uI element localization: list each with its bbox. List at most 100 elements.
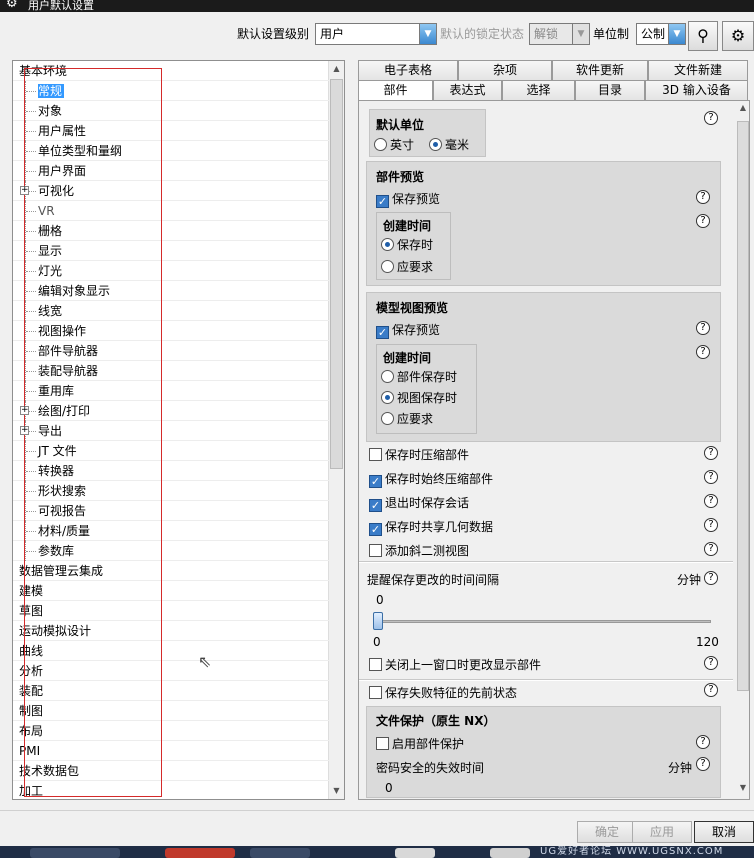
tree-scrollbar[interactable]: ▲ ▼ — [328, 61, 344, 799]
tab-software-update[interactable]: 软件更新 — [552, 60, 648, 80]
binoculars-button[interactable]: ⚲ — [688, 21, 718, 51]
tree-item[interactable]: PMI — [13, 741, 329, 761]
tab-3d-input[interactable]: 3D 输入设备 — [645, 80, 748, 100]
settings-button[interactable]: ⚙ — [722, 21, 754, 51]
unit-select[interactable]: 公制 ▼ — [636, 23, 686, 45]
reminder-slider-thumb[interactable] — [373, 612, 383, 630]
panel-scrollbar[interactable]: ▲ ▼ — [735, 101, 749, 799]
view-on-demand-radio[interactable]: 应要求 — [381, 412, 433, 426]
tree-item[interactable]: 装配导航器 — [13, 361, 329, 381]
tree-item[interactable]: 可视报告 — [13, 501, 329, 521]
tree-item[interactable]: 编辑对象显示 — [13, 281, 329, 301]
tree-item[interactable]: 部件导航器 — [13, 341, 329, 361]
tree-item[interactable]: 对象 — [13, 101, 329, 121]
tree-item[interactable]: 材料/质量 — [13, 521, 329, 541]
category-tree[interactable]: ▲ ▼ 基本环境 常规 对象 用户属性 单位类型和量纲 用户界面 + 可视化 VR 栅格 显示 灯光编… — [12, 60, 345, 800]
scroll-up-icon[interactable]: ▲ — [735, 103, 749, 117]
tree-item[interactable]: + 导出 — [13, 421, 329, 441]
scroll-thumb[interactable] — [330, 79, 343, 469]
units-inch-radio[interactable]: 英寸 — [374, 138, 414, 152]
enable-protection-checkbox[interactable]: 启用部件保护 — [376, 737, 464, 751]
help-icon[interactable]: ? — [696, 214, 710, 228]
option-checkbox[interactable]: ✓ 保存时共享几何数据 — [369, 520, 493, 536]
apply-button[interactable]: 应用 — [632, 821, 692, 843]
tree-item[interactable]: 运动模拟设计 — [13, 621, 329, 641]
cancel-button[interactable]: 取消 — [694, 821, 754, 843]
tree-item[interactable]: 用户界面 — [13, 161, 329, 181]
tree-item[interactable]: + 可视化 — [13, 181, 329, 201]
help-icon[interactable]: ? — [704, 111, 718, 125]
tree-item[interactable]: 常规 — [13, 81, 329, 101]
tree-item[interactable]: 装配 — [13, 681, 329, 701]
tab-misc[interactable]: 杂项 — [458, 60, 552, 80]
tree-item[interactable]: 用户属性 — [13, 121, 329, 141]
tree-item[interactable]: 分析 — [13, 661, 329, 681]
scroll-thumb[interactable] — [737, 121, 749, 691]
view-save-preview-checkbox[interactable]: ✓ 保存预览 — [376, 323, 440, 339]
tree-item[interactable]: VR — [13, 201, 329, 221]
tree-item[interactable]: 制图 — [13, 701, 329, 721]
help-icon[interactable]: ? — [704, 518, 718, 532]
help-icon[interactable]: ? — [704, 571, 718, 585]
taskbar-item[interactable] — [395, 848, 435, 858]
scroll-up-icon[interactable]: ▲ — [329, 61, 344, 77]
help-icon[interactable]: ? — [696, 757, 710, 771]
lock-select[interactable]: 解锁 ▼ — [529, 23, 590, 45]
tab-expression[interactable]: 表达式 — [433, 80, 502, 100]
help-icon[interactable]: ? — [696, 321, 710, 335]
help-icon[interactable]: ? — [704, 494, 718, 508]
tab-spreadsheet[interactable]: 电子表格 — [358, 60, 458, 80]
tree-item[interactable]: 视图操作 — [13, 321, 329, 341]
tree-item[interactable]: JT 文件 — [13, 441, 329, 461]
expand-icon[interactable]: + — [20, 406, 29, 415]
tree-item[interactable]: 重用库 — [13, 381, 329, 401]
save-failed-checkbox[interactable]: 保存失败特征的先前状态 — [369, 686, 517, 700]
taskbar-item[interactable] — [490, 848, 530, 858]
help-icon[interactable]: ? — [704, 683, 718, 697]
taskbar-item[interactable] — [165, 848, 235, 858]
tree-item[interactable]: 建模 — [13, 581, 329, 601]
tree-item[interactable]: 加工 — [13, 781, 329, 799]
tab-selection[interactable]: 选择 — [502, 80, 575, 100]
reminder-slider-track[interactable] — [375, 620, 711, 623]
tree-item[interactable]: 技术数据包 — [13, 761, 329, 781]
help-icon[interactable]: ? — [704, 542, 718, 556]
level-select[interactable]: 用户 ▼ — [315, 23, 437, 45]
tree-item[interactable]: 参数库 — [13, 541, 329, 561]
tree-item[interactable]: 数据管理云集成 — [13, 561, 329, 581]
part-save-preview-checkbox[interactable]: ✓ 保存预览 — [376, 192, 440, 208]
help-icon[interactable]: ? — [704, 470, 718, 484]
tree-item[interactable]: 显示 — [13, 241, 329, 261]
tab-part[interactable]: 部件 — [358, 80, 433, 100]
tree-item[interactable]: 灯光 — [13, 261, 329, 281]
option-checkbox[interactable]: 添加斜二测视图 — [369, 544, 469, 558]
help-icon[interactable]: ? — [704, 656, 718, 670]
expand-icon[interactable]: + — [20, 426, 29, 435]
option-checkbox[interactable]: 保存时压缩部件 — [369, 448, 469, 462]
expand-icon[interactable]: + — [20, 186, 29, 195]
tree-item[interactable]: 曲线 — [13, 641, 329, 661]
tree-item[interactable]: 栅格 — [13, 221, 329, 241]
tree-item[interactable]: 线宽 — [13, 301, 329, 321]
view-part-save-radio[interactable]: 部件保存时 — [381, 370, 457, 384]
tree-item[interactable]: + 绘图/打印 — [13, 401, 329, 421]
option-checkbox[interactable]: ✓ 退出时保存会话 — [369, 496, 469, 512]
help-icon[interactable]: ? — [696, 345, 710, 359]
tab-file-new[interactable]: 文件新建 — [648, 60, 748, 80]
tree-item[interactable]: 布局 — [13, 721, 329, 741]
scroll-down-icon[interactable]: ▼ — [735, 783, 749, 797]
tree-item[interactable]: 基本环境 — [13, 61, 329, 81]
taskbar-item[interactable] — [30, 848, 120, 858]
view-view-save-radio[interactable]: 视图保存时 — [381, 391, 457, 405]
tree-item[interactable]: 草图 — [13, 601, 329, 621]
help-icon[interactable]: ? — [696, 735, 710, 749]
ok-button[interactable]: 确定 — [577, 821, 637, 843]
help-icon[interactable]: ? — [704, 446, 718, 460]
tree-item[interactable]: 单位类型和量纲 — [13, 141, 329, 161]
units-mm-radio[interactable]: 毫米 — [429, 138, 469, 152]
tree-item[interactable]: 形状搜索 — [13, 481, 329, 501]
tree-item[interactable]: 转换器 — [13, 461, 329, 481]
help-icon[interactable]: ? — [696, 190, 710, 204]
scroll-down-icon[interactable]: ▼ — [329, 783, 344, 799]
part-on-save-radio[interactable]: 保存时 — [381, 238, 433, 252]
